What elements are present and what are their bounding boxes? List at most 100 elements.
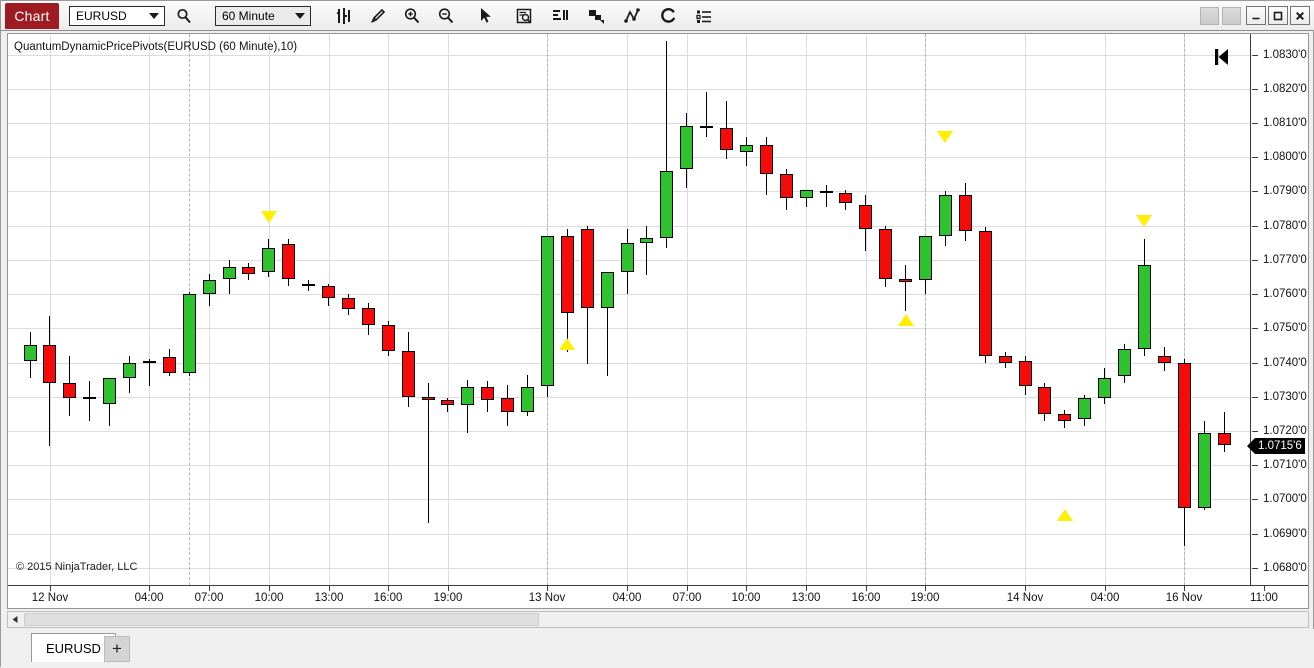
indicators-icon[interactable] bbox=[547, 3, 573, 29]
price-tick bbox=[1252, 397, 1258, 398]
polyline-icon[interactable] bbox=[619, 3, 645, 29]
candle-body bbox=[640, 237, 654, 243]
time-tick bbox=[1264, 586, 1265, 591]
minimize-button[interactable] bbox=[1246, 6, 1266, 25]
candle-body bbox=[1018, 360, 1032, 387]
price-axis[interactable]: 1.0830'0 1.0820'0 1.0810'0 1.0800'0 1.0790'0… bbox=[1247, 34, 1308, 585]
candlestick bbox=[361, 34, 375, 585]
price-axis-label: 1.0740'0 bbox=[1263, 357, 1307, 369]
time-axis-label: 12 Nov bbox=[31, 592, 69, 604]
price-tick bbox=[1252, 191, 1258, 192]
time-tick bbox=[925, 586, 926, 591]
price-axis-label: 1.0820'0 bbox=[1263, 83, 1307, 95]
symbol-selector[interactable]: EURUSD bbox=[69, 5, 165, 26]
zoom-in-icon[interactable] bbox=[399, 3, 425, 29]
candle-body bbox=[461, 386, 475, 406]
chart-button-label: Chart bbox=[14, 7, 50, 24]
period-selector[interactable]: 60 Minute bbox=[215, 5, 311, 26]
time-tick bbox=[448, 586, 449, 591]
search-icon[interactable] bbox=[171, 3, 197, 29]
candlestick bbox=[1197, 34, 1211, 585]
candlestick bbox=[441, 34, 455, 585]
candle-body bbox=[501, 398, 515, 413]
price-tick bbox=[1252, 294, 1258, 295]
skip-to-start-icon[interactable] bbox=[1213, 47, 1230, 70]
horizontal-scrollbar[interactable] bbox=[7, 611, 1309, 628]
time-axis-label: 10:00 bbox=[254, 592, 284, 604]
price-axis-label: 1.0710'0 bbox=[1263, 459, 1307, 471]
candlestick bbox=[123, 34, 136, 585]
symbol-selector-value: EURUSD bbox=[76, 8, 127, 23]
time-axis-label: 19:00 bbox=[910, 592, 940, 604]
candle-body bbox=[123, 362, 136, 378]
chart-button[interactable]: Chart bbox=[5, 2, 59, 29]
price-axis-label: 1.0770'0 bbox=[1263, 254, 1307, 266]
candlestick bbox=[202, 34, 216, 585]
candlestick bbox=[43, 34, 57, 585]
price-axis-label: 1.0830'0 bbox=[1263, 49, 1307, 61]
chevron-down-icon bbox=[149, 12, 159, 19]
time-tick bbox=[388, 586, 389, 591]
current-price-label: 1.0715'6 bbox=[1247, 438, 1305, 455]
time-axis-label: 13 Nov bbox=[528, 592, 566, 604]
candle-body bbox=[899, 278, 913, 283]
properties-list-icon[interactable] bbox=[691, 3, 717, 29]
candle-body bbox=[302, 283, 316, 286]
candlestick bbox=[282, 34, 296, 585]
price-axis-label: 1.0800'0 bbox=[1263, 151, 1307, 163]
chevron-down-icon bbox=[295, 12, 305, 19]
candle-wick bbox=[825, 184, 827, 207]
tab-bar: EURUSD + bbox=[1, 629, 1314, 668]
toolbar-placeholder-box bbox=[1222, 6, 1241, 25]
candle-body bbox=[1118, 348, 1131, 377]
price-tick bbox=[1252, 568, 1258, 569]
price-tick bbox=[1252, 328, 1258, 329]
buy-signal-marker bbox=[897, 313, 914, 326]
price-tick bbox=[1252, 465, 1258, 466]
candlestick bbox=[182, 34, 196, 585]
period-selector-value: 60 Minute bbox=[222, 8, 275, 23]
price-axis-label: 1.0760'0 bbox=[1263, 288, 1307, 300]
candle-body bbox=[481, 386, 495, 401]
time-axis-label: 16 Nov bbox=[1165, 592, 1203, 604]
zoom-out-icon[interactable] bbox=[433, 3, 459, 29]
chart-frame: QuantumDynamicPricePivots(EURUSD (60 Min… bbox=[7, 33, 1309, 609]
candle-body bbox=[1038, 386, 1052, 414]
candle-body bbox=[1058, 413, 1072, 421]
scroll-left-arrow-icon[interactable] bbox=[8, 612, 23, 627]
time-tick bbox=[329, 586, 330, 591]
toolbar-placeholder-box bbox=[1200, 6, 1219, 25]
chart-plot-area[interactable]: QuantumDynamicPricePivots(EURUSD (60 Min… bbox=[8, 34, 1250, 585]
reload-icon[interactable] bbox=[655, 3, 681, 29]
cursor-icon[interactable] bbox=[473, 3, 499, 29]
candlestick bbox=[262, 34, 276, 585]
candle-wick bbox=[427, 383, 429, 524]
candlestick bbox=[162, 34, 176, 585]
candle-body bbox=[142, 360, 156, 363]
candlestick bbox=[938, 34, 952, 585]
candle-body bbox=[23, 345, 37, 361]
candlestick bbox=[1078, 34, 1092, 585]
candle-body bbox=[680, 126, 694, 170]
candle-body bbox=[919, 235, 932, 281]
candlestick bbox=[998, 34, 1012, 585]
candle-body bbox=[859, 205, 873, 230]
time-tick bbox=[269, 586, 270, 591]
maximize-button[interactable] bbox=[1268, 6, 1288, 25]
tab-label: EURUSD bbox=[46, 641, 101, 656]
drawing-objects-icon[interactable] bbox=[583, 3, 609, 29]
time-tick bbox=[806, 586, 807, 591]
time-axis[interactable]: 12 Nov 04:00 07:00 10:00 13:00 16:00 19:00 13 N… bbox=[8, 585, 1308, 608]
ninjatrader-window: Chart EURUSD 60 Minute QuantumDynamicPri… bbox=[0, 0, 1314, 668]
bar-chart-icon[interactable] bbox=[331, 3, 357, 29]
candle-body bbox=[700, 126, 714, 129]
candlestick bbox=[461, 34, 475, 585]
add-tab-button[interactable]: + bbox=[104, 636, 130, 662]
candle-body bbox=[282, 244, 296, 279]
pencil-icon[interactable] bbox=[365, 3, 391, 29]
close-button[interactable] bbox=[1290, 6, 1310, 25]
scrollbar-thumb[interactable] bbox=[24, 613, 539, 626]
data-box-icon[interactable] bbox=[511, 3, 537, 29]
candlestick bbox=[1018, 34, 1032, 585]
candle-body bbox=[958, 194, 972, 231]
